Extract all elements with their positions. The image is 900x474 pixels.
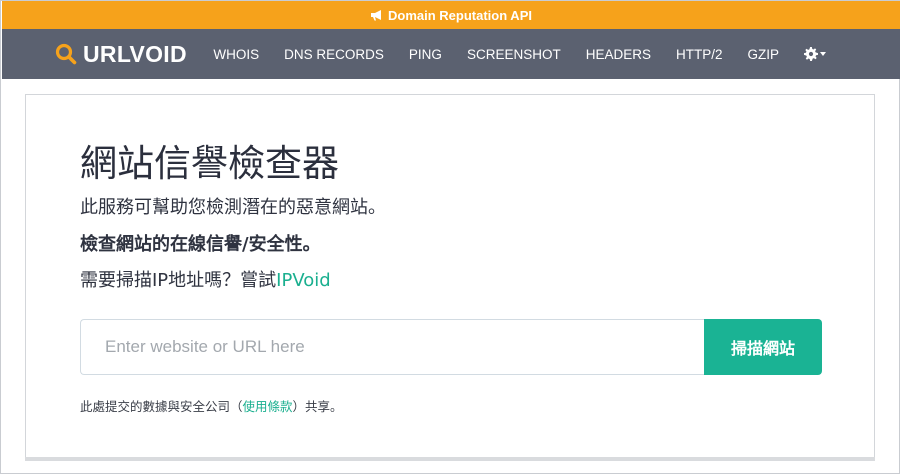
top-navbar: URLVOID WHOIS DNS RECORDS PING SCREENSHO… xyxy=(2,29,900,79)
brand-name: URLVOID xyxy=(83,40,187,67)
promo-label[interactable]: Domain Reputation API xyxy=(388,8,532,23)
disclaimer-text: 此處提交的數據與安全公司（ xyxy=(80,399,243,414)
subtagline: 檢查網站的在線信譽/安全性。 xyxy=(80,234,321,255)
search-form: 掃描網站 xyxy=(80,319,822,375)
nav-item-whois[interactable]: WHOIS xyxy=(213,47,259,62)
settings-dropdown[interactable] xyxy=(803,47,826,61)
nav-item-http2[interactable]: HTTP/2 xyxy=(676,47,723,62)
url-input[interactable] xyxy=(80,319,704,375)
nav-item-ping[interactable]: PING xyxy=(409,47,442,62)
main-card: 網站信譽檢查器 此服務可幫助您檢測潛在的惡意網站。 檢查網站的在線信譽/安全性。… xyxy=(25,94,875,459)
megaphone-icon xyxy=(371,10,382,21)
page-title: 網站信譽檢查器 xyxy=(80,142,339,185)
ip-prompt-text: 需要掃描IP地址嗎？嘗試 xyxy=(80,270,277,291)
scan-website-button[interactable]: 掃描網站 xyxy=(704,319,822,375)
nav-item-gzip[interactable]: GZIP xyxy=(747,47,779,62)
card-bottom-divider xyxy=(25,457,875,461)
promo-banner[interactable]: Domain Reputation API xyxy=(2,1,900,29)
page-frame: Domain Reputation API URLVOID WHOIS DNS … xyxy=(0,0,900,474)
nav-item-dns-records[interactable]: DNS RECORDS xyxy=(284,47,384,62)
brand-logo[interactable]: URLVOID xyxy=(55,41,187,68)
chevron-down-icon xyxy=(819,52,826,56)
magnifier-icon xyxy=(55,43,77,65)
gear-icon xyxy=(803,47,818,61)
nav-item-screenshot[interactable]: SCREENSHOT xyxy=(467,47,561,62)
tagline: 此服務可幫助您檢測潛在的惡意網站。 xyxy=(80,197,386,218)
disclaimer: 此處提交的數據與安全公司（使用條款）共享。 xyxy=(80,396,343,415)
ip-prompt: 需要掃描IP地址嗎？嘗試IPVoid xyxy=(80,266,331,292)
ipvoid-link[interactable]: IPVoid xyxy=(276,270,331,291)
disclaimer-suffix: ）共享。 xyxy=(292,399,343,414)
nav-links: WHOIS DNS RECORDS PING SCREENSHOT HEADER… xyxy=(201,47,826,62)
terms-of-use-link[interactable]: 使用條款 xyxy=(243,399,293,414)
nav-item-headers[interactable]: HEADERS xyxy=(586,47,651,62)
